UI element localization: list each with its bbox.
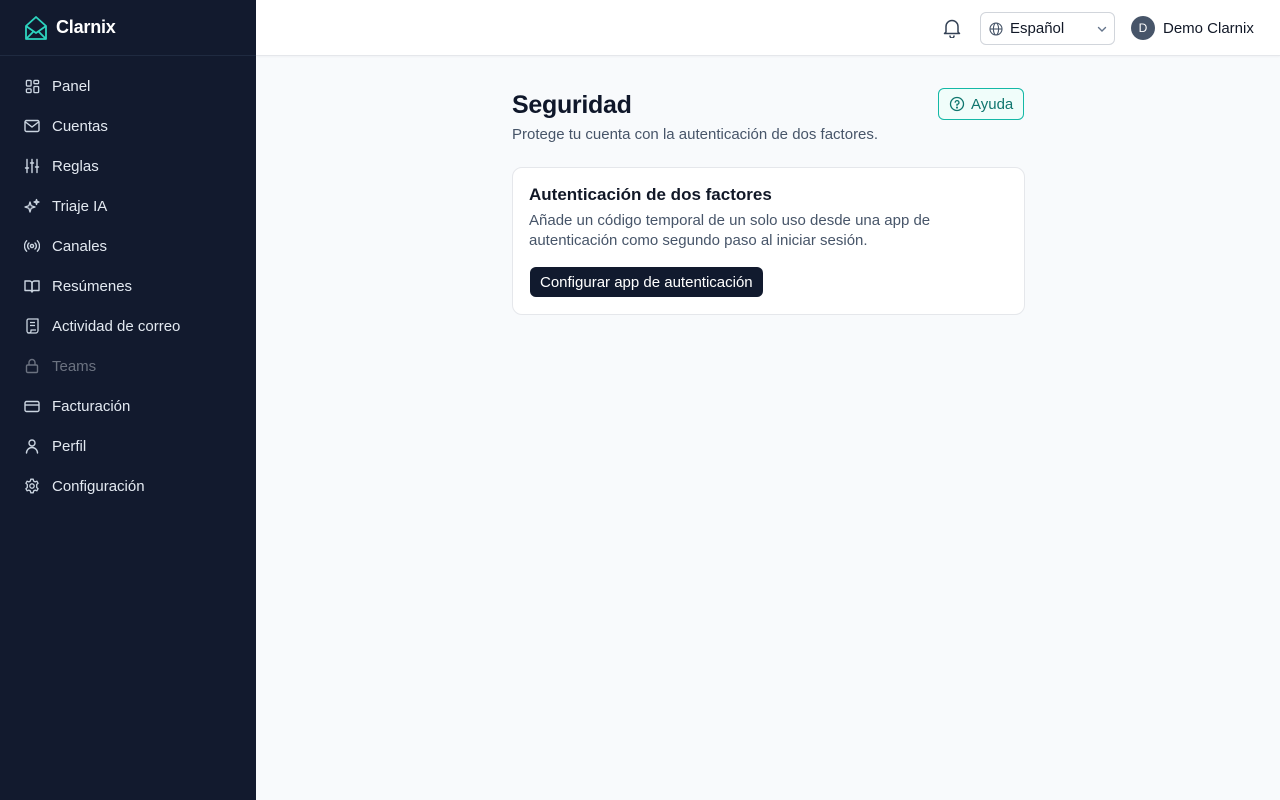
radio-icon: [24, 238, 40, 254]
sidebar-item-label: Canales: [52, 237, 108, 255]
language-select[interactable]: Español: [980, 12, 1115, 45]
sidebar-item-reglas[interactable]: Reglas: [0, 146, 256, 186]
sidebar-item-facturacion[interactable]: Facturación: [0, 386, 256, 426]
sidebar-item-label: Perfil: [52, 437, 87, 455]
sidebar-item-canales[interactable]: Canales: [0, 226, 256, 266]
sidebar-item-perfil[interactable]: Perfil: [0, 426, 256, 466]
envelope-logo-icon: [24, 15, 48, 41]
sidebar-item-cuentas[interactable]: Cuentas: [0, 106, 256, 146]
sidebar-item-label: Teams: [52, 357, 97, 375]
sidebar-item-label: Resúmenes: [52, 277, 133, 295]
mail-icon: [24, 118, 40, 134]
card-title: Autenticación de dos factores: [529, 185, 772, 204]
two-factor-card: Autenticación de dos factores Añade un c…: [512, 167, 1025, 315]
language-value: Español: [1010, 20, 1065, 37]
user-name: Demo Clarnix: [1163, 19, 1254, 37]
sidebar-item-teams: Teams: [0, 346, 256, 386]
gear-icon: [24, 478, 40, 494]
scroll-icon: [24, 318, 40, 334]
globe-icon: [989, 21, 1003, 36]
dashboard-icon: [24, 78, 40, 94]
sidebar-item-actividad-de-correo[interactable]: Actividad de correo: [0, 306, 256, 346]
sliders-icon: [24, 158, 40, 174]
lock-icon: [24, 358, 40, 374]
sidebar-item-triaje-ia[interactable]: Triaje IA: [0, 186, 256, 226]
sparkles-icon: [24, 198, 40, 214]
sidebar-item-panel[interactable]: Panel: [0, 66, 256, 106]
sidebar-nav: Panel Cuentas Reglas Triaje IA Canales R…: [0, 56, 256, 506]
sidebar-item-label: Cuentas: [52, 117, 108, 135]
page-title: Seguridad: [512, 91, 632, 119]
sidebar: Clarnix Panel Cuentas Reglas Triaje IA C…: [0, 0, 256, 800]
card-description: Añade un código temporal de un solo uso …: [529, 212, 931, 249]
help-button[interactable]: Ayuda: [938, 88, 1024, 120]
app-name: Clarnix: [56, 17, 116, 37]
setup-authenticator-button[interactable]: Configurar app de autenticación: [530, 267, 763, 297]
credit-card-icon: [24, 398, 40, 414]
sidebar-item-label: Reglas: [52, 157, 99, 175]
chevron-down-icon: [1096, 23, 1108, 35]
help-circle-icon: [949, 96, 965, 112]
sidebar-item-label: Triaje IA: [52, 197, 108, 215]
top-bar: Español D Demo Clarnix: [256, 0, 1280, 56]
avatar: D: [1131, 16, 1155, 40]
notifications-bell-icon[interactable]: [940, 16, 964, 40]
sidebar-item-label: Actividad de correo: [52, 317, 181, 335]
sidebar-item-label: Facturación: [52, 397, 131, 415]
sidebar-item-configuracion[interactable]: Configuración: [0, 466, 256, 506]
help-button-label: Ayuda: [971, 95, 1014, 113]
user-menu[interactable]: D Demo Clarnix: [1131, 16, 1254, 40]
sidebar-item-label: Panel: [52, 77, 91, 95]
user-icon: [24, 438, 40, 454]
sidebar-item-label: Configuración: [52, 477, 145, 495]
page-subtitle: Protege tu cuenta con la autenticación d…: [512, 126, 879, 143]
brand[interactable]: Clarnix: [0, 0, 256, 56]
book-icon: [24, 278, 40, 294]
sidebar-item-resumenes[interactable]: Resúmenes: [0, 266, 256, 306]
